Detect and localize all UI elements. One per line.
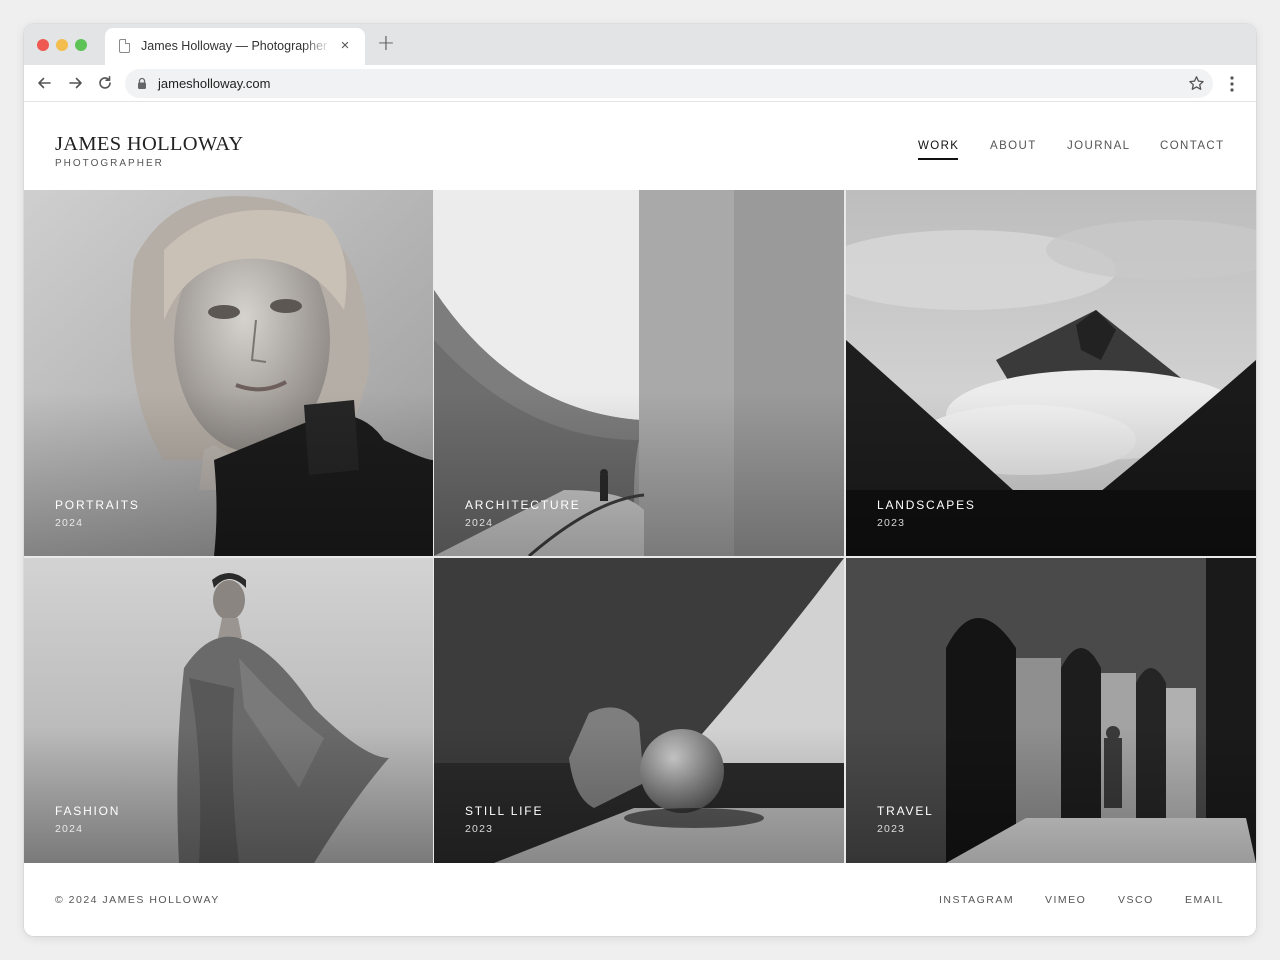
close-window-button[interactable] [37, 39, 49, 51]
tile-gradient [24, 391, 433, 556]
reload-button[interactable] [94, 72, 116, 94]
tile-category: ARCHITECTURE [465, 498, 581, 512]
arrow-left-icon [38, 77, 51, 89]
site-footer: © 2024 JAMES HOLLOWAY INSTAGRAM VIMEO VS… [24, 863, 1256, 936]
browser-toolbar: jamesholloway.com [24, 65, 1256, 102]
tile-category: LANDSCAPES [877, 498, 976, 512]
new-tab-button[interactable]: + [376, 33, 396, 55]
tile-gradient [434, 725, 844, 863]
gallery-grid: PORTRAITS 2024 ARCHITECTURE 2024 LANDSCA… [24, 190, 1256, 863]
gallery-tile-travel[interactable]: TRAVEL 2023 [846, 558, 1256, 863]
reload-icon [99, 76, 111, 89]
gallery-tile-architecture[interactable]: ARCHITECTURE 2024 [434, 190, 844, 556]
gallery-tile-still-life[interactable]: STILL LIFE 2023 [434, 558, 844, 863]
gallery-tile-portraits[interactable]: PORTRAITS 2024 [24, 190, 433, 556]
gallery-tile-landscapes[interactable]: LANDSCAPES 2023 [846, 190, 1256, 556]
maximize-window-button[interactable] [75, 39, 87, 51]
page-icon [119, 39, 130, 53]
tile-year: 2024 [55, 517, 84, 529]
arrow-right-icon [69, 77, 82, 89]
back-button[interactable] [33, 72, 55, 94]
browser-menu-icon[interactable] [1222, 74, 1242, 94]
tile-year: 2024 [465, 517, 494, 529]
browser-tab[interactable]: James Holloway — Photographer × [105, 28, 365, 65]
tile-gradient [434, 391, 844, 556]
url-text[interactable]: jamesholloway.com [158, 76, 270, 91]
browser-window: James Holloway — Photographer × + jamesh… [24, 24, 1256, 936]
nav-work[interactable]: WORK [918, 140, 959, 160]
copyright-text: © 2024 JAMES HOLLOWAY [55, 894, 220, 906]
footer-link-vsco[interactable]: VSCO [1118, 894, 1154, 906]
tile-category: STILL LIFE [465, 804, 544, 818]
nav-journal[interactable]: JOURNAL [1067, 140, 1130, 160]
forward-button[interactable] [65, 72, 87, 94]
tile-year: 2024 [55, 823, 84, 835]
nav-about[interactable]: ABOUT [990, 140, 1037, 160]
web-page: JAMES HOLLOWAY PHOTOGRAPHER WORK ABOUT J… [24, 103, 1256, 936]
close-tab-icon[interactable]: × [337, 38, 353, 54]
bookmark-star-icon[interactable] [1188, 75, 1205, 92]
nav-contact[interactable]: CONTACT [1160, 140, 1225, 160]
minimize-window-button[interactable] [56, 39, 68, 51]
tile-category: TRAVEL [877, 804, 934, 818]
tile-gradient [24, 725, 433, 863]
tile-year: 2023 [877, 517, 906, 529]
tile-gradient [846, 725, 1256, 863]
address-bar[interactable]: jamesholloway.com [125, 69, 1213, 98]
footer-link-instagram[interactable]: INSTAGRAM [939, 894, 1014, 906]
tile-category: PORTRAITS [55, 498, 140, 512]
tile-year: 2023 [877, 823, 906, 835]
lock-icon [138, 77, 146, 89]
tile-category: FASHION [55, 804, 121, 818]
tile-gradient [846, 391, 1256, 556]
tab-strip: James Holloway — Photographer × + [24, 24, 1256, 65]
footer-link-vimeo[interactable]: VIMEO [1045, 894, 1086, 906]
footer-link-email[interactable]: EMAIL [1185, 894, 1224, 906]
gallery-tile-fashion[interactable]: FASHION 2024 [24, 558, 433, 863]
main-nav: WORK ABOUT JOURNAL CONTACT [24, 140, 1256, 160]
tab-title: James Holloway — Photographer [141, 39, 328, 53]
tile-year: 2023 [465, 823, 494, 835]
